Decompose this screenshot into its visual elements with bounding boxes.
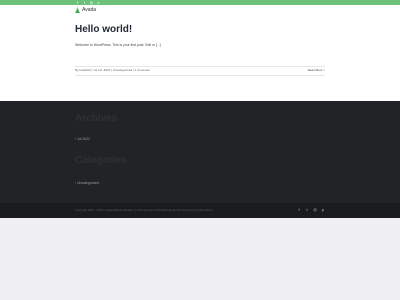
instagram-icon[interactable]: ◎ <box>313 208 317 213</box>
pinterest-icon[interactable]: p <box>321 208 325 213</box>
archive-link-jul-2022[interactable]: › Jul 2022 <box>75 137 90 142</box>
avada-logo-icon <box>75 7 80 13</box>
meta-divider-top <box>75 66 325 67</box>
categories-heading: Categories <box>75 155 127 166</box>
category-link-uncategorized[interactable]: › Uncategorized <box>75 181 99 186</box>
twitter-icon[interactable]: t <box>305 208 309 213</box>
archives-heading: Archives <box>75 113 118 124</box>
footer-social-links: f t ◎ p <box>297 208 325 213</box>
copyright-bar: Copyright 2012 - 2022 | Avada Website Bu… <box>0 203 400 218</box>
copyright-text: Copyright 2012 - 2022 | Avada Website Bu… <box>75 208 213 212</box>
site-logo[interactable]: Avada <box>75 6 96 14</box>
footer-widgets <box>0 101 400 203</box>
meta-divider-bottom <box>75 75 325 76</box>
facebook-icon[interactable]: f <box>297 208 301 213</box>
post-meta: By host10t4 | Jul 1st, 2022 | Uncategori… <box>75 68 151 72</box>
site-header: Avada <box>0 5 400 15</box>
logo-text: Avada <box>82 7 97 13</box>
post-title[interactable]: Hello world! <box>75 24 132 36</box>
read-more-link[interactable]: Read More > <box>308 68 325 73</box>
post-excerpt: Welcome to WordPress. This is your first… <box>75 43 161 47</box>
main-content <box>0 15 400 101</box>
